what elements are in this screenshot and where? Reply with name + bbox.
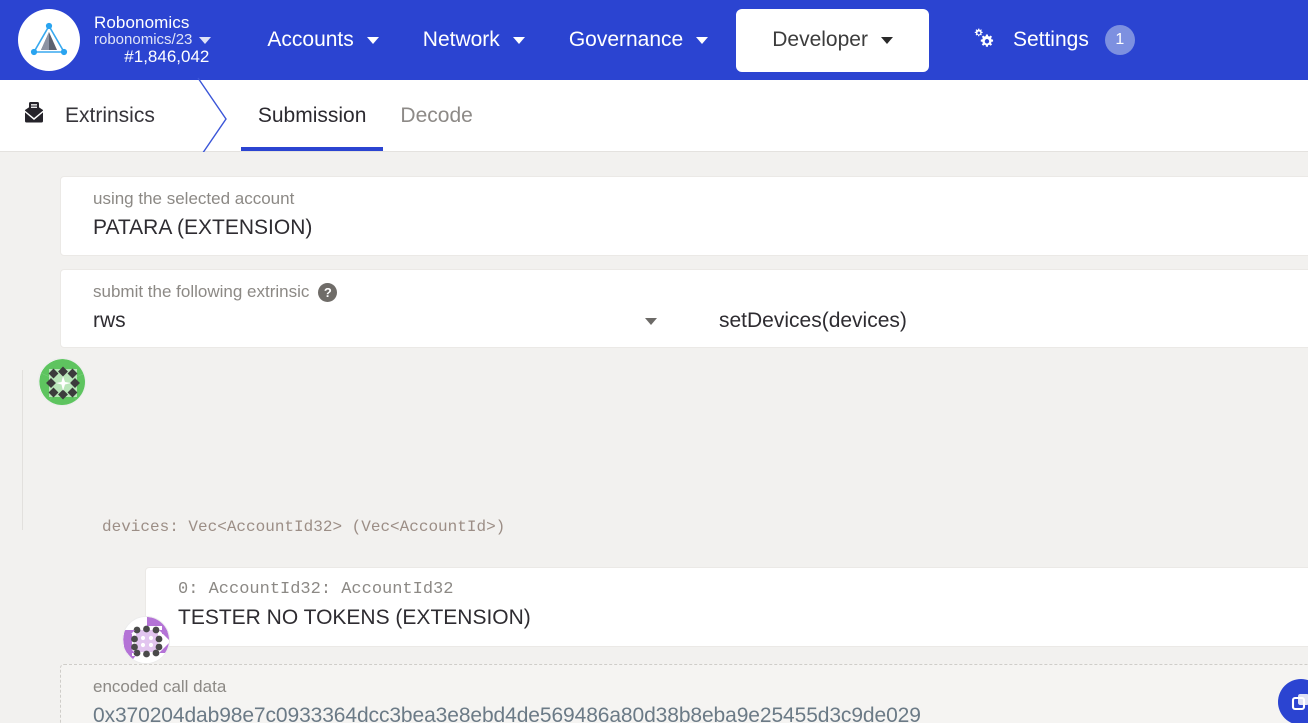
nav-item-governance[interactable]: Governance <box>547 14 730 66</box>
tab-strip: Extrinsics Submission Decode <box>0 77 1308 161</box>
account-label: using the selected account <box>93 189 295 208</box>
encoded-call-data-label: encoded call data <box>93 677 227 696</box>
param-tree-rail <box>22 370 23 530</box>
gear-icon <box>971 27 1001 53</box>
mail-envelope-icon <box>20 99 48 133</box>
module-value: rws <box>93 309 126 332</box>
copy-icon <box>1290 690 1308 715</box>
encoded-call-data-panel: encoded call data 0x370204dab98e7c093336… <box>60 664 1308 723</box>
nav-item-settings[interactable]: Settings 1 <box>949 11 1157 69</box>
param-type-label: devices: Vec<AccountId32> (Vec<AccountId… <box>102 518 506 536</box>
account-selector-panel[interactable]: using the selected account PATARA (EXTEN… <box>60 176 1308 256</box>
nav-item-label: Governance <box>568 28 684 51</box>
chevron-down-icon[interactable] <box>199 36 212 44</box>
settings-label: Settings <box>1012 28 1089 51</box>
tab-label: Submission <box>257 103 367 127</box>
nav-item-label: Accounts <box>267 28 354 51</box>
avatar-account-identicon <box>38 358 86 406</box>
tab-label: Decode <box>400 103 473 127</box>
chevron-down-icon <box>696 36 709 44</box>
avatar-device-identicon <box>122 616 170 664</box>
extrinsic-label-text: submit the following extrinsic <box>93 282 310 301</box>
nav-item-label: Network <box>422 28 500 51</box>
extrinsics-submission-form: using the selected account PATARA (EXTEN… <box>0 152 1308 723</box>
chevron-down-icon <box>512 36 525 44</box>
nav-item-accounts[interactable]: Accounts <box>245 14 400 66</box>
settings-badge: 1 <box>1104 25 1135 55</box>
breadcrumb-label: Extrinsics <box>65 103 155 127</box>
method-dropdown[interactable]: setDevices(devices) <box>681 304 907 347</box>
tab-submission[interactable]: Submission <box>240 80 384 151</box>
account-value: PATARA (EXTENSION) <box>93 216 313 239</box>
current-block-number: #1,846,042 <box>124 47 210 67</box>
nav-item-developer[interactable]: Developer <box>736 8 929 72</box>
breadcrumb-separator-icon <box>197 77 227 161</box>
breadcrumb: Extrinsics <box>0 80 195 151</box>
chevron-down-icon <box>880 36 893 44</box>
chain-selector[interactable]: Robonomics robonomics/23 #1,846,042 <box>18 9 212 71</box>
device-account-value: TESTER NO TOKENS (EXTENSION) <box>178 606 531 629</box>
chain-endpoint: robonomics/23 <box>94 30 193 48</box>
chevron-down-icon <box>366 36 379 44</box>
device-index-label: 0: AccountId32: AccountId32 <box>178 580 454 599</box>
device-entry-panel[interactable]: 0: AccountId32: AccountId32 TESTER NO TO… <box>145 567 1308 647</box>
nav-item-network[interactable]: Network <box>401 14 547 66</box>
chevron-down-icon <box>645 317 657 325</box>
main-nav: Accounts Network Governance Developer Se… <box>245 0 1156 80</box>
method-value: setDevices(devices) <box>719 309 907 332</box>
extrinsic-selector-panel[interactable]: submit the following extrinsic ? rws set… <box>60 269 1308 348</box>
chain-name: Robonomics <box>94 12 190 32</box>
robonomics-triangle-logo-icon <box>18 9 80 71</box>
tab-decode[interactable]: Decode <box>383 80 489 151</box>
top-navigation-bar: Robonomics robonomics/23 #1,846,042 Acco… <box>0 0 1308 80</box>
extrinsic-label: submit the following extrinsic ? <box>61 270 1308 304</box>
encoded-call-data-value: 0x370204dab98e7c0933364dcc3bea3e8ebd4de5… <box>93 704 921 723</box>
module-dropdown[interactable]: rws <box>61 304 681 347</box>
tabs: Submission Decode <box>240 80 490 151</box>
nav-item-label: Developer <box>772 28 868 51</box>
question-mark-icon[interactable]: ? <box>318 282 338 302</box>
